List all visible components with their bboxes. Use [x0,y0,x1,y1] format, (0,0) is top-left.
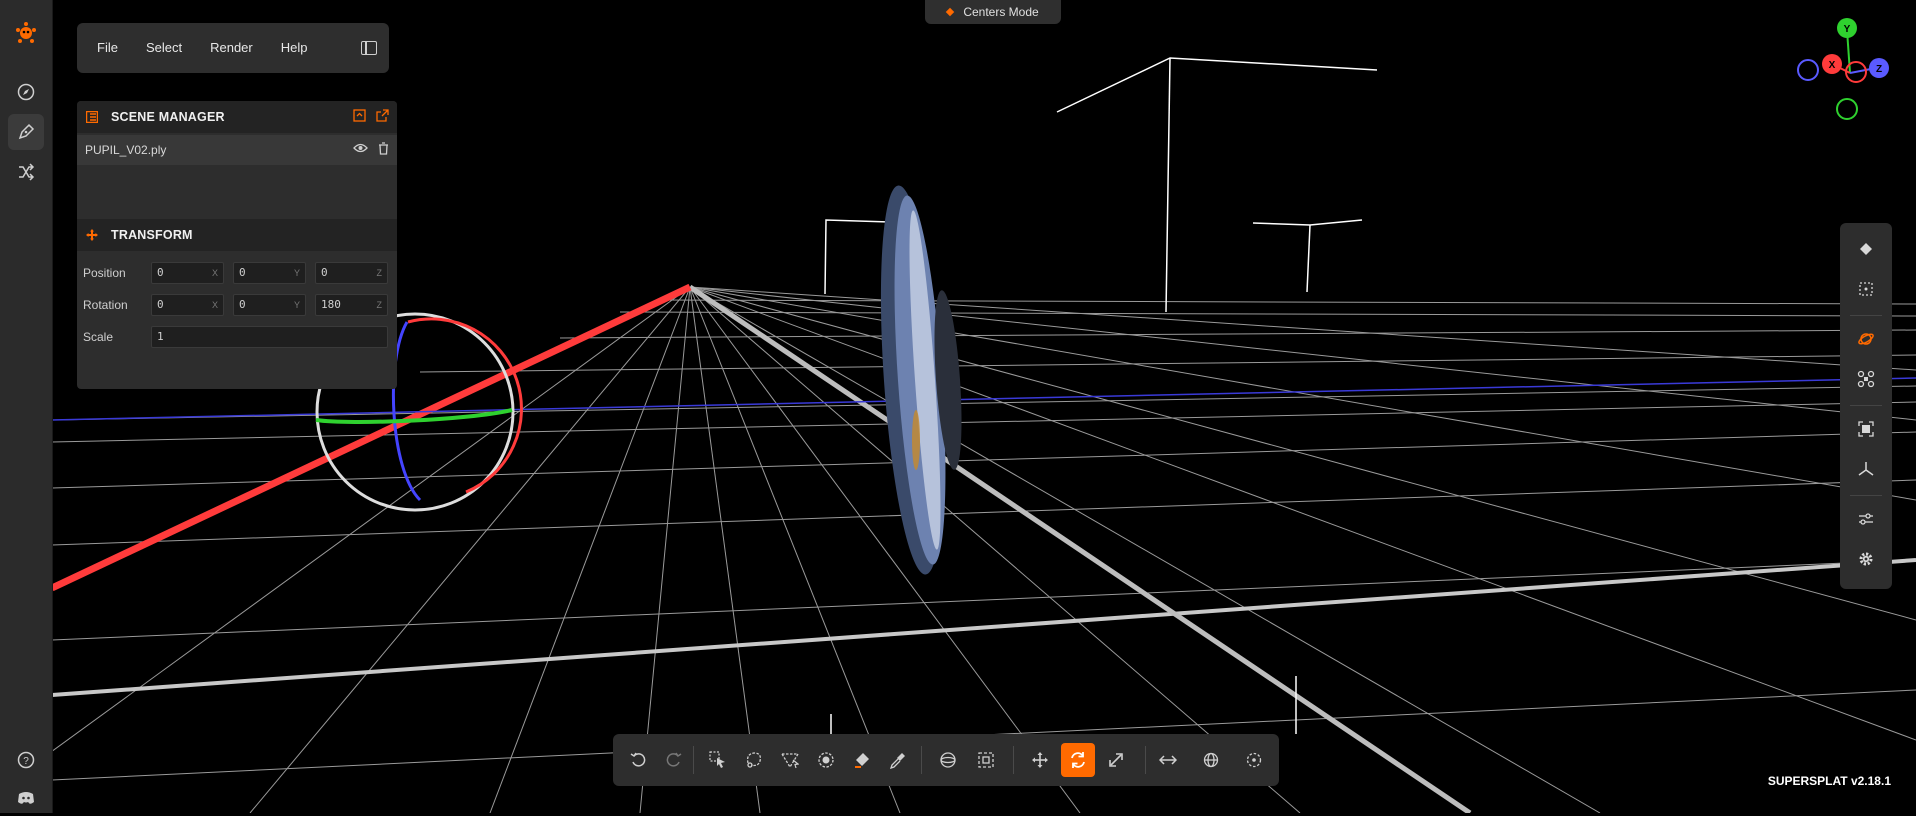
gizmo-z-label: Z [1876,64,1882,75]
move-icon[interactable] [1023,743,1057,777]
position-z-field[interactable]: 0Z [315,262,388,284]
gizmo-y-negative [1836,98,1858,120]
position-x-field[interactable]: 0X [151,262,224,284]
rotation-label: Rotation [83,298,128,312]
mode-indicator[interactable]: Centers Mode [925,0,1061,24]
view-options-icon[interactable] [1850,503,1882,535]
scale-icon[interactable] [1099,743,1133,777]
panel-toggle-icon[interactable] [361,41,377,55]
splat-icon[interactable] [1850,233,1882,265]
menu-help[interactable]: Help [267,23,322,73]
world-space-icon[interactable] [1196,743,1226,777]
scene-manager-title: SCENE MANAGER [111,110,225,124]
fly-camera-icon[interactable] [1850,363,1882,395]
position-row: Position 0X 0Y 0Z [77,257,397,289]
gaussian-splat-model[interactable] [870,184,966,577]
rotate-icon[interactable] [1061,743,1095,777]
discord-icon[interactable] [8,780,44,816]
flood-select-icon[interactable] [845,743,879,777]
eyedropper-icon[interactable] [881,743,915,777]
transform-title: TRANSFORM [111,228,193,242]
side-panel: SCENE MANAGER PUPIL_V02.ply TRANSFORM Po… [77,101,397,389]
gizmo-x-label: X [1829,60,1836,71]
menu-render[interactable]: Render [196,23,267,73]
gizmo-y-label: Y [1844,24,1851,35]
polygon-select-icon[interactable] [773,743,807,777]
logo-icon [8,14,44,50]
delete-trash-icon[interactable] [378,142,389,158]
mode-diamond-icon [946,7,955,17]
box-select-icon[interactable] [969,743,1003,777]
right-toolbar [1840,223,1892,589]
shuffle-icon[interactable] [8,154,44,190]
visibility-eye-icon[interactable] [353,142,368,158]
mode-label: Centers Mode [963,5,1039,19]
rotation-row: Rotation 0X 0Y 180 Z [77,289,397,321]
position-label: Position [83,266,126,280]
undo-icon[interactable] [621,743,655,777]
frame-selection-icon[interactable] [1850,413,1882,445]
rotation-x-field[interactable]: 0X [151,294,224,316]
scene-item[interactable]: PUPIL_V02.ply [77,135,397,165]
help-circle-icon[interactable]: ? [8,742,44,778]
picker-select-icon[interactable] [701,743,735,777]
scale-row: Scale 1 [77,321,397,353]
import-icon[interactable] [353,109,366,125]
scale-field[interactable]: 1 [151,326,388,348]
transform-header: TRANSFORM [77,219,397,251]
redo-icon[interactable] [657,743,691,777]
scale-label: Scale [83,330,114,344]
app-version: SUPERSPLAT v2.18.1 [1767,774,1891,788]
rotation-y-field[interactable]: 0Y [233,294,306,316]
scene-manager-header: SCENE MANAGER [77,101,397,133]
brush-select-icon[interactable] [809,743,843,777]
edit-pen-icon[interactable] [8,114,44,150]
export-icon[interactable] [376,109,389,125]
move-arrows-icon [85,228,99,242]
pivot-icon[interactable] [1239,743,1269,777]
rotation-z-field[interactable]: 180 Z [315,294,388,316]
gizmo-z-negative [1797,59,1819,81]
menu-file[interactable]: File [77,23,132,73]
navigation-gizmo[interactable]: Y X Z [1790,18,1910,123]
bottom-toolbar [613,734,1279,786]
lasso-select-icon[interactable] [737,743,771,777]
position-y-field[interactable]: 0Y [233,262,306,284]
menu-bar: File Select Render Help [77,23,389,73]
local-space-icon[interactable] [1153,743,1183,777]
left-rail: ? [0,0,53,813]
scene-manager-icon [85,110,99,124]
svg-text:?: ? [23,756,29,767]
compass-icon[interactable] [8,74,44,110]
settings-icon[interactable] [1850,543,1882,575]
orbit-camera-icon[interactable] [1850,323,1882,355]
menu-select[interactable]: Select [132,23,196,73]
sphere-select-icon[interactable] [931,743,965,777]
scene-item-name: PUPIL_V02.ply [85,143,167,157]
scene-list-empty-area [77,165,397,219]
axes-icon[interactable] [1850,453,1882,485]
select-box-icon[interactable] [1850,273,1882,305]
